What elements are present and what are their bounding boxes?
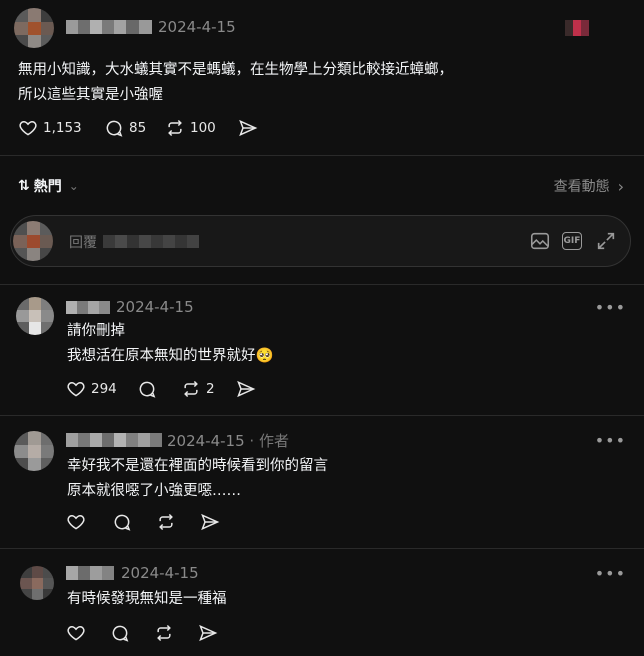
chevron-right-icon: › xyxy=(617,176,624,196)
comment-text: 幸好我不是還在裡面的時候看到你的留言 原本就很噁了小強更噁…… xyxy=(67,454,328,504)
comment-reply-button[interactable] xyxy=(112,512,132,532)
post-text: 無用小知識，大水蟻其實不是螞蟻，在生物學上分類比較接近蟑螂， 所以這些其實是小強… xyxy=(18,58,453,108)
comment-text: 有時候發現無知是一種福 xyxy=(67,587,227,612)
comment-reply-button[interactable] xyxy=(137,379,157,399)
repost-icon xyxy=(157,624,171,642)
repost-icon xyxy=(168,119,182,137)
comment-text: 請你刪掉 我想活在原本無知的世界就好🥺 xyxy=(67,319,274,369)
post-repost-count: 100 xyxy=(190,120,216,136)
comment-author-name-redacted[interactable] xyxy=(66,301,110,314)
comment-text-line: 原本就很噁了小強更噁…… xyxy=(67,483,241,499)
more-options-button[interactable]: ••• xyxy=(595,564,626,583)
post-like-count: 1,153 xyxy=(43,120,82,136)
more-options-button[interactable]: ••• xyxy=(595,431,626,450)
comment-share-button[interactable] xyxy=(198,623,218,643)
comment-like-count: 294 xyxy=(91,381,117,397)
sort-arrows-icon: ⇅ xyxy=(18,178,30,194)
comment-avatar[interactable] xyxy=(16,297,54,335)
comment-avatar[interactable] xyxy=(20,566,54,600)
post-text-line: 所以這些其實是小強喔 xyxy=(18,87,163,103)
chevron-down-icon: ⌄ xyxy=(68,179,79,193)
comment-share-button[interactable] xyxy=(236,379,256,399)
post-comment-count: 85 xyxy=(129,120,147,136)
comment-date: 2024-4-15 xyxy=(116,298,194,316)
comment-text-line: 有時候發現無知是一種福 xyxy=(67,591,227,607)
comment-author-name-redacted[interactable] xyxy=(66,566,114,580)
image-icon[interactable] xyxy=(529,230,551,252)
comment-text-line: 我想活在原本無知的世界就好🥺 xyxy=(67,348,274,364)
comment-icon xyxy=(106,120,123,137)
divider xyxy=(0,548,644,549)
comment-repost-button[interactable]: 2 xyxy=(181,379,215,399)
post-top-right-badge-redacted xyxy=(565,20,589,36)
expand-icon[interactable] xyxy=(595,230,617,252)
more-options-button[interactable]: ••• xyxy=(595,298,626,317)
divider xyxy=(0,284,644,285)
comment-icon xyxy=(139,381,156,398)
current-user-avatar xyxy=(13,221,53,261)
comment-share-button[interactable] xyxy=(200,512,220,532)
post-repost-button[interactable]: 100 xyxy=(165,118,216,138)
reply-placeholder: 回覆 xyxy=(69,235,97,251)
comment-reply-button[interactable] xyxy=(110,623,130,643)
send-icon xyxy=(239,119,258,137)
post-like-button[interactable]: 1,153 xyxy=(18,118,82,138)
post-text-line: 無用小知識，大水蟻其實不是螞蟻，在生物學上分類比較接近蟑螂， xyxy=(18,62,453,78)
repost-icon xyxy=(159,513,173,531)
sort-dropdown[interactable]: ⇅ 熱門 ⌄ xyxy=(18,176,79,196)
comment-repost-button[interactable] xyxy=(156,512,181,532)
comment-like-button[interactable] xyxy=(66,512,91,532)
send-icon xyxy=(199,624,218,642)
comment-date: 2024-4-15 xyxy=(121,564,199,582)
gif-icon[interactable]: GIF xyxy=(562,230,584,252)
repost-icon xyxy=(184,380,198,398)
comment-like-button[interactable] xyxy=(66,623,91,643)
send-icon xyxy=(237,380,256,398)
post-date: 2024-4-15 xyxy=(158,18,236,36)
post-comment-button[interactable]: 85 xyxy=(104,118,146,138)
gif-label: GIF xyxy=(562,232,582,250)
comment-author-name-redacted[interactable] xyxy=(66,433,162,447)
divider xyxy=(0,155,644,156)
divider xyxy=(0,415,644,416)
author-tag: · 作者 xyxy=(244,432,289,450)
heart-icon xyxy=(67,381,85,397)
comment-text-line: 請你刪掉 xyxy=(67,323,125,339)
heart-icon xyxy=(19,120,37,136)
comment-like-button[interactable]: 294 xyxy=(66,379,117,399)
view-activity-link[interactable]: 查看動態 › xyxy=(554,176,624,196)
post-share-button[interactable] xyxy=(238,118,258,138)
comment-repost-count: 2 xyxy=(206,381,215,397)
send-icon xyxy=(201,513,220,531)
heart-icon xyxy=(67,514,85,530)
view-activity-label: 查看動態 xyxy=(553,179,610,195)
reply-composer[interactable]: 回覆 GIF xyxy=(10,215,631,267)
comment-date: 2024-4-15 xyxy=(167,432,245,450)
comment-icon xyxy=(112,625,129,642)
post-author-name-redacted[interactable] xyxy=(66,20,152,34)
comment-text-line: 幸好我不是還在裡面的時候看到你的留言 xyxy=(67,458,328,474)
comment-avatar[interactable] xyxy=(14,431,54,471)
post-author-avatar[interactable] xyxy=(14,8,54,48)
comment-meta: 2024-4-15 · 作者 xyxy=(167,430,289,451)
comment-repost-button[interactable] xyxy=(154,623,179,643)
reply-target-name-redacted xyxy=(103,235,199,248)
heart-icon xyxy=(67,625,85,641)
comment-icon xyxy=(114,514,131,531)
sort-label: 熱門 xyxy=(33,179,62,195)
